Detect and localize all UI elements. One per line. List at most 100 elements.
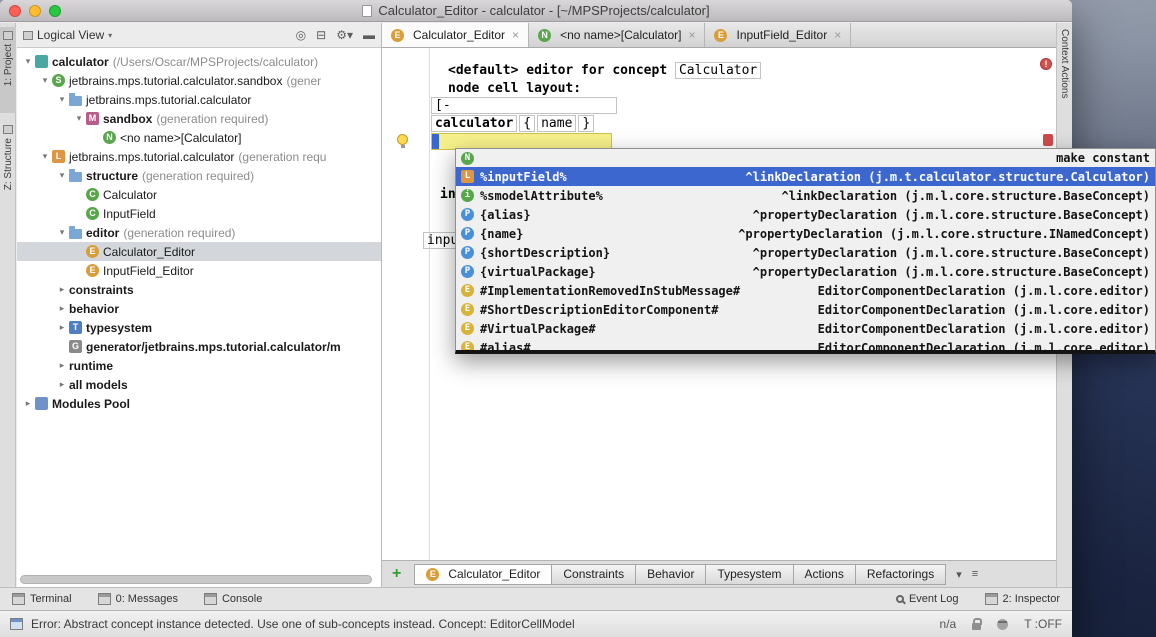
- caret-position-indicator[interactable]: n/a: [940, 617, 957, 631]
- editor-tab-calculator-editor[interactable]: ECalculator_Editor×: [382, 23, 529, 47]
- toolwindow-tab-context-actions[interactable]: Context Actions: [1059, 29, 1070, 98]
- collapse-all-icon[interactable]: ⊟: [316, 28, 326, 42]
- aspect-tab-constraints[interactable]: Constraints: [551, 564, 636, 585]
- locate-icon[interactable]: ◎: [296, 28, 306, 42]
- editor-tab-no-name-calculator[interactable]: N<no name>[Calculator]×: [529, 23, 705, 47]
- tree-item-inputfield-editor[interactable]: EInputField_Editor: [17, 261, 381, 280]
- horizontal-scrollbar[interactable]: [20, 575, 372, 584]
- completion-item-name: #ImplementationRemovedInStubMessage#: [480, 284, 740, 298]
- aspect-tab-behavior[interactable]: Behavior: [635, 564, 706, 585]
- aspect-tab-calculator-editor[interactable]: ECalculator_Editor: [414, 564, 552, 585]
- editor-bottom-tab-bar: ECalculator_EditorConstraintsBehaviorTyp…: [415, 564, 946, 585]
- tab-list-icon[interactable]: ≡: [972, 568, 978, 580]
- completion-item-name[interactable]: P{name}^propertyDeclaration (j.m.l.core.…: [456, 224, 1155, 243]
- toolwindow-tab-project[interactable]: 1: Project: [0, 27, 16, 113]
- chevron-down-icon[interactable]: ▾: [38, 151, 52, 162]
- tree-item-typesystem[interactable]: ▸Ttypesystem: [17, 318, 381, 337]
- concept-icon: C: [86, 188, 99, 201]
- close-tab-icon[interactable]: ×: [688, 28, 695, 42]
- completion-item-implementationremovedinstubmessage[interactable]: E#ImplementationRemovedInStubMessage#Edi…: [456, 281, 1155, 300]
- brace-close-cell[interactable]: }: [578, 115, 594, 132]
- hide-tabs-icon[interactable]: ▾: [956, 568, 962, 581]
- toolwindow-tab-structure[interactable]: Z: Structure: [0, 121, 16, 217]
- unlock-icon[interactable]: [972, 623, 981, 630]
- tree-item-no-name-calculator[interactable]: N<no name>[Calculator]: [17, 128, 381, 147]
- toolwindow-button-0-messages[interactable]: 0: Messages: [98, 593, 178, 605]
- completion-action-label[interactable]: make constant: [1036, 151, 1150, 165]
- tree-item-label: jetbrains.mps.tutorial.calculator: [86, 93, 251, 107]
- tree-item-jetbrains-mps-tutorial-calculator[interactable]: ▾ jetbrains.mps.tutorial.calculator: [17, 90, 381, 109]
- completion-item-alias[interactable]: P{alias}^propertyDeclaration (j.m.l.core…: [456, 205, 1155, 224]
- editor-tab-inputfield-editor[interactable]: EInputField_Editor×: [705, 23, 851, 47]
- chevron-right-icon[interactable]: ▸: [55, 360, 69, 371]
- tree-item-structure[interactable]: ▾structure (generation required): [17, 166, 381, 185]
- chevron-right-icon[interactable]: ▸: [55, 303, 69, 314]
- toolwindow-button-console[interactable]: Console: [204, 593, 262, 605]
- completion-item-type: ^linkDeclaration (j.m.l.core.structure.B…: [762, 189, 1150, 203]
- hide-panel-icon[interactable]: ▬: [363, 28, 375, 42]
- completion-item-type: ^propertyDeclaration (j.m.l.core.structu…: [718, 227, 1150, 241]
- tree-item-sandbox[interactable]: ▾Msandbox (generation required): [17, 109, 381, 128]
- tree-item-all-models[interactable]: ▸all models: [17, 375, 381, 394]
- intention-bulb-icon[interactable]: [397, 134, 408, 145]
- titlebar[interactable]: Calculator_Editor - calculator - [~/MPSP…: [0, 0, 1072, 22]
- editor-gutter: [382, 48, 430, 560]
- completion-item-name: %smodelAttribute%: [480, 189, 603, 203]
- editor-tab-label: <no name>[Calculator]: [560, 28, 681, 42]
- chevron-right-icon[interactable]: ▸: [21, 398, 35, 409]
- minimize-window-icon[interactable]: [29, 5, 41, 17]
- toolwindow-tab-label: 1: Project: [3, 44, 14, 86]
- zoom-window-icon[interactable]: [49, 5, 61, 17]
- close-tab-icon[interactable]: ×: [512, 28, 519, 42]
- aspect-tab-typesystem[interactable]: Typesystem: [705, 564, 793, 585]
- toolwindow-button-event-log[interactable]: Event Log: [896, 593, 959, 605]
- tree-item-calculator[interactable]: CCalculator: [17, 185, 381, 204]
- close-window-icon[interactable]: [9, 5, 21, 17]
- completion-item-inputfield[interactable]: L%inputField%^linkDeclaration (j.m.t.cal…: [456, 167, 1155, 186]
- completion-item-shortdescriptioneditorcomponent[interactable]: E#ShortDescriptionEditorComponent#Editor…: [456, 300, 1155, 319]
- tree-item-inputfield[interactable]: CInputField: [17, 204, 381, 223]
- collection-cell[interactable]: [-: [431, 97, 617, 114]
- tree-item-calculator[interactable]: ▾calculator (/Users/Oscar/MPSProjects/ca…: [17, 52, 381, 71]
- tree-item-runtime[interactable]: ▸runtime: [17, 356, 381, 375]
- chevron-right-icon[interactable]: ▸: [55, 379, 69, 390]
- toolwindow-button-2-inspector[interactable]: 2: Inspector: [985, 593, 1060, 605]
- completion-item-shortdescription[interactable]: P{shortDescription}^propertyDeclaration …: [456, 243, 1155, 262]
- view-selector[interactable]: Logical View: [37, 28, 104, 42]
- tree-item-constraints[interactable]: ▸constraints: [17, 280, 381, 299]
- settings-gear-icon[interactable]: ⚙▾: [336, 28, 353, 42]
- tree-item-behavior[interactable]: ▸behavior: [17, 299, 381, 318]
- toolwindow-button-terminal[interactable]: Terminal: [12, 593, 72, 605]
- chevron-down-icon[interactable]: ▾: [38, 75, 52, 86]
- aspect-tab-actions[interactable]: Actions: [793, 564, 856, 585]
- typesystem-toggle[interactable]: T :OFF: [1024, 617, 1062, 631]
- tree-item-suffix: (generation required): [156, 112, 268, 126]
- highlighting-level-icon[interactable]: [997, 619, 1008, 630]
- concept-reference-cell[interactable]: Calculator: [675, 62, 761, 79]
- chevron-down-icon[interactable]: ▾: [108, 31, 112, 40]
- aspect-tab-refactorings[interactable]: Refactorings: [855, 564, 946, 585]
- chevron-down-icon[interactable]: ▾: [55, 227, 69, 238]
- completion-item-virtualpackage[interactable]: P{virtualPackage}^propertyDeclaration (j…: [456, 262, 1155, 281]
- chevron-down-icon[interactable]: ▾: [55, 170, 69, 181]
- chevron-down-icon[interactable]: ▾: [21, 56, 35, 67]
- add-aspect-icon[interactable]: +: [392, 565, 401, 583]
- tree-item-calculator-editor[interactable]: ECalculator_Editor: [17, 242, 381, 261]
- chevron-right-icon[interactable]: ▸: [55, 322, 69, 333]
- close-tab-icon[interactable]: ×: [834, 28, 841, 42]
- completion-item-virtualpackage[interactable]: E#VirtualPackage#EditorComponentDeclarat…: [456, 319, 1155, 338]
- completion-item-alias[interactable]: E#alias#EditorComponentDeclaration (j.m.…: [456, 338, 1155, 354]
- chevron-down-icon[interactable]: ▾: [72, 113, 86, 124]
- brace-open-cell[interactable]: {: [519, 115, 535, 132]
- constant-cell[interactable]: calculator: [431, 115, 517, 132]
- completion-item-smodelattribute[interactable]: i%smodelAttribute%^linkDeclaration (j.m.…: [456, 186, 1155, 205]
- tree-item-editor[interactable]: ▾editor (generation required): [17, 223, 381, 242]
- tree-item-jetbrains-mps-tutorial-calculator[interactable]: ▾Ljetbrains.mps.tutorial.calculator (gen…: [17, 147, 381, 166]
- chevron-down-icon[interactable]: ▾: [55, 94, 69, 105]
- tree-item-jetbrains-mps-tutorial-calculator-sandbox[interactable]: ▾Sjetbrains.mps.tutorial.calculator.sand…: [17, 71, 381, 90]
- error-stripe-mark[interactable]: [1043, 134, 1053, 146]
- tree-item-generator-jetbrains-mps-tutorial-calculator-m[interactable]: Ggenerator/jetbrains.mps.tutorial.calcul…: [17, 337, 381, 356]
- tree-item-modules-pool[interactable]: ▸Modules Pool: [17, 394, 381, 413]
- chevron-right-icon[interactable]: ▸: [55, 284, 69, 295]
- name-cell[interactable]: name: [537, 115, 576, 132]
